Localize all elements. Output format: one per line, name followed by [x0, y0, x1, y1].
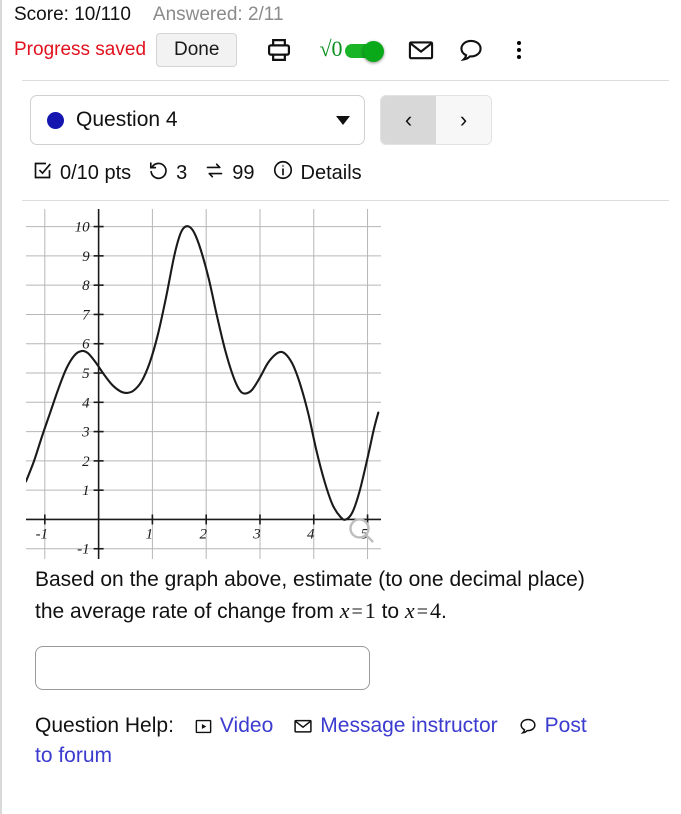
prev-question-button[interactable]: ‹ — [381, 96, 436, 144]
checkbox-check-icon — [32, 160, 53, 187]
question-select[interactable]: Question 4 — [30, 95, 365, 145]
y-tick-label: 8 — [82, 278, 90, 294]
kebab-dot — [516, 41, 521, 45]
speech-bubble-icon — [518, 716, 538, 736]
kebab-dot — [516, 48, 521, 52]
kebab-menu-icon[interactable] — [511, 39, 527, 61]
prompt-line-2: the average rate of change from x =1 to x… — [35, 595, 651, 627]
prompt-line-1: Based on the graph above, estimate (to o… — [35, 568, 585, 591]
assignment-page: Score: 10/110 Answered: 2/11 Progress sa… — [0, 0, 681, 814]
question-prompt: Based on the graph above, estimate (to o… — [35, 565, 651, 628]
help-post-item[interactable]: Post — [518, 712, 587, 740]
x-tick-label: 2 — [199, 526, 207, 542]
status-bar: Score: 10/110 Answered: 2/11 — [2, 0, 681, 26]
video-link[interactable]: Video — [220, 712, 273, 740]
exchanges-label: 99 — [232, 161, 255, 184]
post-to-forum-link-continued[interactable]: to forum — [35, 742, 681, 770]
details-meta[interactable]: Details — [272, 159, 362, 187]
message-instructor-link[interactable]: Message instructor — [320, 712, 497, 740]
points-label: 0/10 pts — [60, 161, 132, 184]
swap-arrows-icon — [204, 160, 225, 187]
post-to-forum-link[interactable]: Post — [545, 712, 587, 740]
math-toggle-switch[interactable] — [344, 40, 385, 62]
graph-figure: -1 1 2 3 4 5 6 7 8 9 10 -1 1 2 3 4 5 — [26, 209, 381, 559]
question-status-dot — [47, 111, 64, 129]
eq2-relation: = — [416, 601, 428, 624]
next-question-button[interactable]: › — [436, 96, 491, 144]
print-icon[interactable] — [265, 36, 293, 64]
y-tick-label: 3 — [81, 425, 90, 441]
envelope-icon[interactable] — [407, 36, 435, 64]
question-select-label: Question 4 — [76, 108, 178, 131]
attempts-meta: 3 — [148, 160, 187, 187]
x-tick-label: 4 — [307, 526, 315, 542]
y-tick-label: 5 — [82, 366, 90, 382]
y-tick-label: -1 — [77, 542, 90, 558]
eq2-value: 4 — [429, 598, 441, 624]
envelope-icon — [293, 716, 313, 736]
kebab-dot — [516, 55, 521, 59]
math-entry-toggle[interactable]: √0 — [319, 36, 385, 62]
question-meta-row: 0/10 pts 3 99 Details — [2, 145, 681, 187]
y-tick-label: 9 — [82, 249, 90, 265]
help-message-item[interactable]: Message instructor — [293, 712, 498, 740]
eq2-variable: x — [404, 598, 415, 624]
function-graph: -112345678910-1 1 2 3 4 5 — [26, 209, 381, 559]
eq1-value: 1 — [364, 598, 376, 624]
question-help-row: Question Help: Video Message instructor — [35, 712, 681, 771]
eq1-variable: x — [339, 598, 350, 624]
chevron-down-icon — [336, 115, 350, 125]
done-button[interactable]: Done — [156, 33, 238, 67]
meta-divider — [22, 200, 669, 201]
play-box-icon — [194, 717, 213, 736]
answer-input[interactable] — [35, 645, 370, 690]
points-meta: 0/10 pts — [32, 160, 131, 187]
question-help-label: Question Help: — [35, 713, 174, 737]
y-tick-label: 7 — [82, 307, 91, 323]
x-tick-label: 3 — [252, 526, 261, 542]
prompt-period: . — [440, 600, 447, 624]
score-label: Score: 10/110 — [14, 4, 131, 25]
progress-status: Progress saved — [14, 39, 147, 60]
y-tick-label: 4 — [82, 395, 90, 411]
prompt-line-2-text: the average rate of change from — [35, 600, 340, 624]
toggle-knob — [362, 40, 384, 62]
sqrt-icon: √0 — [319, 36, 343, 61]
y-tick-label: 2 — [82, 454, 90, 470]
exchanges-meta: 99 — [204, 160, 255, 187]
toolbar: Progress saved Done √0 — [2, 26, 681, 74]
undo-arrow-icon — [148, 160, 169, 187]
info-circle-icon — [272, 159, 294, 187]
details-label: Details — [300, 161, 362, 184]
help-video-item[interactable]: Video — [194, 712, 273, 740]
y-tick-label: 1 — [82, 483, 90, 499]
eq1-relation: = — [351, 601, 363, 624]
prompt-conjunction: to — [375, 600, 405, 624]
speech-bubble-icon[interactable] — [457, 36, 485, 64]
y-tick-label: 10 — [75, 220, 91, 236]
answered-label: Answered: 2/11 — [152, 4, 284, 25]
question-nav-row: Question 4 ‹ › — [2, 81, 681, 145]
question-nav-group: ‹ › — [380, 95, 492, 145]
x-tick-label: 1 — [146, 526, 154, 542]
x-tick-label: -1 — [36, 526, 49, 542]
attempts-label: 3 — [176, 161, 188, 184]
